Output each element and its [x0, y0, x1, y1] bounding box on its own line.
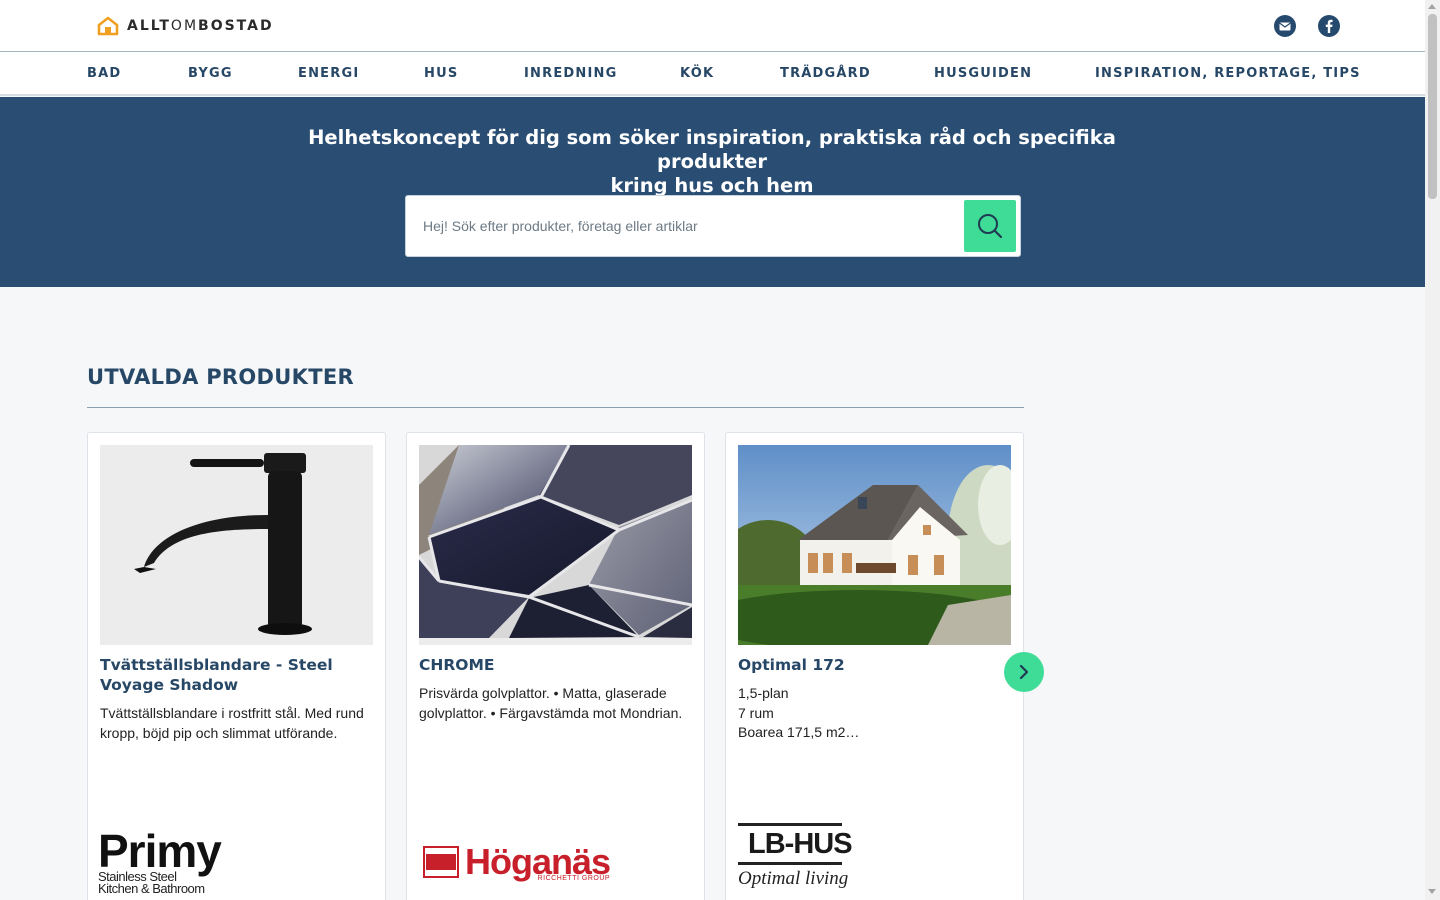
brand-logo-name: Primy	[98, 825, 222, 877]
product-card-faucet[interactable]: Tvättställsblandare - Steel Voyage Shado…	[87, 432, 386, 900]
product-description: 1,5-plan 7 rum Boarea 171,5 m2…	[738, 684, 1013, 743]
facebook-icon[interactable]	[1318, 15, 1340, 37]
brand-logo-tagline: Optimal living	[738, 868, 849, 889]
search-icon	[978, 214, 1003, 239]
nav-item-inredning[interactable]: INREDNING	[524, 66, 617, 81]
product-card-house[interactable]: Optimal 172 1,5-plan 7 rum Boarea 171,5 …	[725, 432, 1024, 900]
nav-item-bygg[interactable]: BYGG	[188, 66, 233, 81]
site-logo[interactable]: ALLTOMBOSTAD	[97, 16, 274, 36]
brand-logo-tagline: Kitchen & Bathroom	[98, 881, 205, 896]
page: ALLTOMBOSTAD BAD BYGG ENERGI HUS INREDNI…	[0, 0, 1440, 900]
product-spec-line: Boarea 171,5 m2…	[738, 724, 860, 740]
main-nav: BAD BYGG ENERGI HUS INREDNING KÖK TRÄDGÅ…	[0, 52, 1425, 96]
product-spec-line: 7 rum	[738, 704, 774, 721]
envelope-icon[interactable]	[1274, 15, 1296, 37]
nav-item-tradgard[interactable]: TRÄDGÅRD	[780, 66, 871, 81]
house-logo-icon	[97, 16, 119, 36]
brand-logo-name: Höganäs	[465, 841, 611, 882]
product-spec-line: 1,5-plan	[738, 685, 789, 701]
product-title[interactable]: CHROME	[419, 655, 694, 675]
product-title[interactable]: Tvättställsblandare - Steel Voyage Shado…	[100, 655, 375, 695]
scroll-up-arrow-icon[interactable]	[1428, 4, 1436, 9]
nav-item-husguiden[interactable]: HUSGUIDEN	[934, 66, 1032, 81]
hero-title-line-1: Helhetskoncept för dig som söker inspira…	[308, 126, 1116, 173]
site-header: ALLTOMBOSTAD	[0, 0, 1425, 52]
hero-title: Helhetskoncept för dig som söker inspira…	[262, 126, 1162, 198]
nav-item-bad[interactable]: BAD	[87, 66, 121, 81]
brand-logo-lbhus: LB-HUS Optimal living	[738, 823, 853, 890]
carousel-next-button[interactable]	[1004, 652, 1044, 692]
hoganas-seal-icon	[423, 846, 459, 878]
search-button[interactable]	[964, 200, 1016, 252]
product-title[interactable]: Optimal 172	[738, 655, 1013, 675]
brand-logo-tagline: RICCHETTI GROUP	[537, 875, 611, 882]
nav-item-hus[interactable]: HUS	[424, 66, 458, 81]
nav-item-energi[interactable]: ENERGI	[298, 66, 359, 81]
chevron-right-icon	[1019, 664, 1029, 680]
nav-item-inspiration[interactable]: INSPIRATION, REPORTAGE, TIPS	[1095, 66, 1361, 81]
search-input[interactable]	[406, 196, 961, 256]
section-title: UTVALDA PRODUKTER	[87, 365, 354, 389]
brand-logo-name: LB-HUS	[748, 828, 853, 860]
scroll-down-arrow-icon[interactable]	[1428, 889, 1436, 894]
product-image-tiles	[419, 445, 692, 645]
product-image-faucet	[100, 445, 373, 645]
brand-logo-hoganas: Höganäs RICCHETTI GROUP	[423, 841, 611, 882]
product-description: Tvättställsblandare i rostfritt stål. Me…	[100, 705, 364, 741]
product-image-house	[738, 445, 1011, 645]
section-divider	[87, 407, 1024, 408]
logo-text: ALLTOMBOSTAD	[127, 18, 274, 34]
product-description: Prisvärda golvplattor. • Matta, glaserad…	[419, 685, 683, 721]
hero-banner: Helhetskoncept för dig som söker inspira…	[0, 97, 1425, 287]
product-card-chrome[interactable]: CHROME Prisvärda golvplattor. • Matta, g…	[406, 432, 705, 900]
search-bar	[405, 195, 1021, 257]
nav-item-kok[interactable]: KÖK	[680, 66, 714, 81]
scrollbar-thumb[interactable]	[1428, 14, 1437, 199]
brand-logo-primy: Primy Stainless Steel Kitchen & Bathroom	[98, 825, 222, 896]
page-scrollbar[interactable]	[1425, 0, 1440, 900]
